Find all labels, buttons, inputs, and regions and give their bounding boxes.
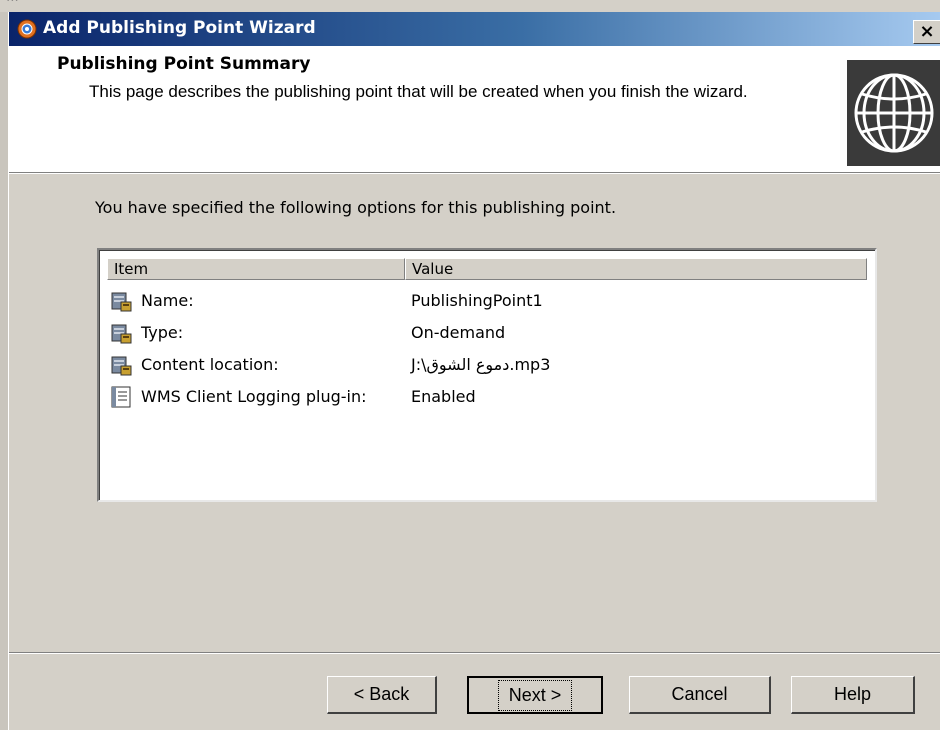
column-header-item[interactable]: Item xyxy=(107,258,405,280)
server-icon xyxy=(111,324,132,344)
page-title: Publishing Point Summary xyxy=(57,54,311,74)
close-button[interactable]: × xyxy=(913,20,940,44)
list-item[interactable]: Type: On-demand xyxy=(109,316,869,348)
list-item[interactable]: Content location: J:\دموع الشوق.mp3 xyxy=(109,348,869,380)
title-bar: Add Publishing Point Wizard × xyxy=(9,12,940,46)
wizard-dialog: Add Publishing Point Wizard × Publishing… xyxy=(8,12,940,730)
item-name: Name: xyxy=(141,291,194,310)
media-server-icon xyxy=(17,19,37,39)
help-button[interactable]: Help xyxy=(791,676,915,714)
cancel-button[interactable]: Cancel xyxy=(629,676,771,714)
list-item[interactable]: WMS Client Logging plug-in: Enabled xyxy=(109,380,869,412)
item-value: On-demand xyxy=(411,323,506,342)
globe-icon xyxy=(847,60,940,166)
item-value: J:\دموع الشوق.mp3 xyxy=(411,355,551,374)
item-value: PublishingPoint1 xyxy=(411,291,543,310)
item-name: Content location: xyxy=(141,355,279,374)
item-name: Type: xyxy=(141,323,184,342)
server-icon xyxy=(111,292,132,312)
next-button-label: Next > xyxy=(497,679,573,711)
summary-list[interactable]: Item Value Name: PublishingPoint1 Type: xyxy=(97,248,877,502)
next-button[interactable]: Next > xyxy=(467,676,603,714)
window-title: Add Publishing Point Wizard xyxy=(43,18,316,38)
list-item[interactable]: Name: PublishingPoint1 xyxy=(109,284,869,316)
item-name: WMS Client Logging plug-in: xyxy=(141,387,367,406)
column-header-value[interactable]: Value xyxy=(405,258,867,280)
page-description: This page describes the publishing point… xyxy=(89,82,748,101)
item-value: Enabled xyxy=(411,387,476,406)
background-app-menubar: ⋯ xyxy=(0,0,940,12)
log-plugin-icon xyxy=(111,386,131,408)
back-button[interactable]: < Back xyxy=(327,676,437,714)
summary-intro-text: You have specified the following options… xyxy=(95,198,617,217)
background-app-edge xyxy=(0,12,8,730)
server-icon xyxy=(111,356,132,376)
